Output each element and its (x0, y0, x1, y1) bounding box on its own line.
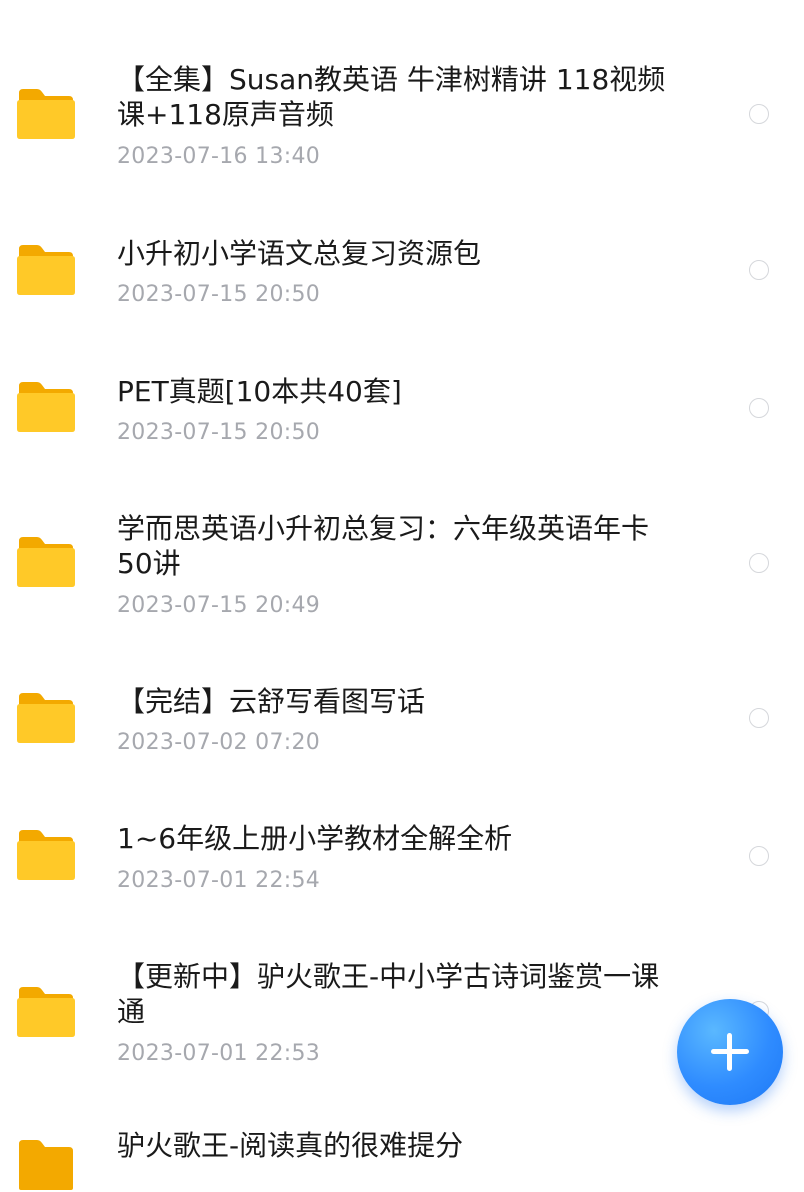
list-item[interactable]: PET真题[10本共40套] 2023-07-15 20:50 (0, 340, 804, 480)
plus-icon-vertical (727, 1033, 732, 1071)
folder-icon (15, 87, 77, 141)
list-item[interactable]: 小升初小学语文总复习资源包 2023-07-15 20:50 (0, 205, 804, 340)
file-title: 1~6年级上册小学教材全解全析 (117, 822, 513, 855)
file-date: 2023-07-16 13:40 (117, 144, 321, 169)
select-radio[interactable] (749, 846, 769, 866)
file-date: 2023-07-01 22:54 (117, 868, 321, 893)
folder-icon (15, 380, 77, 434)
list-item[interactable]: 【完结】云舒写看图写话 2023-07-02 07:20 (0, 653, 804, 790)
file-date: 2023-07-15 20:50 (117, 282, 321, 307)
file-title: 小升初小学语文总复习资源包 (117, 237, 482, 270)
file-date: 2023-07-01 22:53 (117, 1041, 321, 1066)
list-item[interactable]: 【全集】Susan教英语 牛津树精讲 118视频课+118原声音频 2023-0… (0, 0, 804, 205)
folder-icon (15, 985, 77, 1039)
file-list: 【全集】Susan教英语 牛津树精讲 118视频课+118原声音频 2023-0… (0, 0, 804, 1190)
file-title: 【全集】Susan教英语 牛津树精讲 118视频课+118原声音频 (117, 63, 666, 131)
add-button[interactable] (677, 999, 783, 1105)
select-radio[interactable] (749, 104, 769, 124)
folder-icon (15, 1138, 77, 1192)
list-item[interactable]: 学而思英语小升初总复习：六年级英语年卡50讲 2023-07-15 20:49 (0, 480, 804, 653)
select-radio[interactable] (749, 553, 769, 573)
file-title: PET真题[10本共40套] (117, 375, 402, 408)
select-radio[interactable] (749, 708, 769, 728)
file-title: 【完结】云舒写看图写话 (117, 685, 426, 718)
folder-icon (15, 535, 77, 589)
list-item[interactable]: 1~6年级上册小学教材全解全析 2023-07-01 22:54 (0, 790, 804, 928)
folder-icon (15, 243, 77, 297)
select-radio[interactable] (749, 398, 769, 418)
file-title: 学而思英语小升初总复习：六年级英语年卡50讲 (117, 512, 650, 580)
folder-icon (15, 691, 77, 745)
file-date: 2023-07-02 07:20 (117, 730, 321, 755)
file-date: 2023-07-15 20:49 (117, 593, 321, 618)
folder-icon (15, 828, 77, 882)
file-title-partial: 驴火歌王-阅读真的很难提分 (117, 1129, 464, 1162)
file-date: 2023-07-15 20:50 (117, 420, 321, 445)
select-radio[interactable] (749, 260, 769, 280)
list-item[interactable]: 【更新中】驴火歌王-中小学古诗词鉴赏一课通 2023-07-01 22:53 (0, 928, 804, 1108)
file-title: 【更新中】驴火歌王-中小学古诗词鉴赏一课通 (117, 960, 660, 1028)
